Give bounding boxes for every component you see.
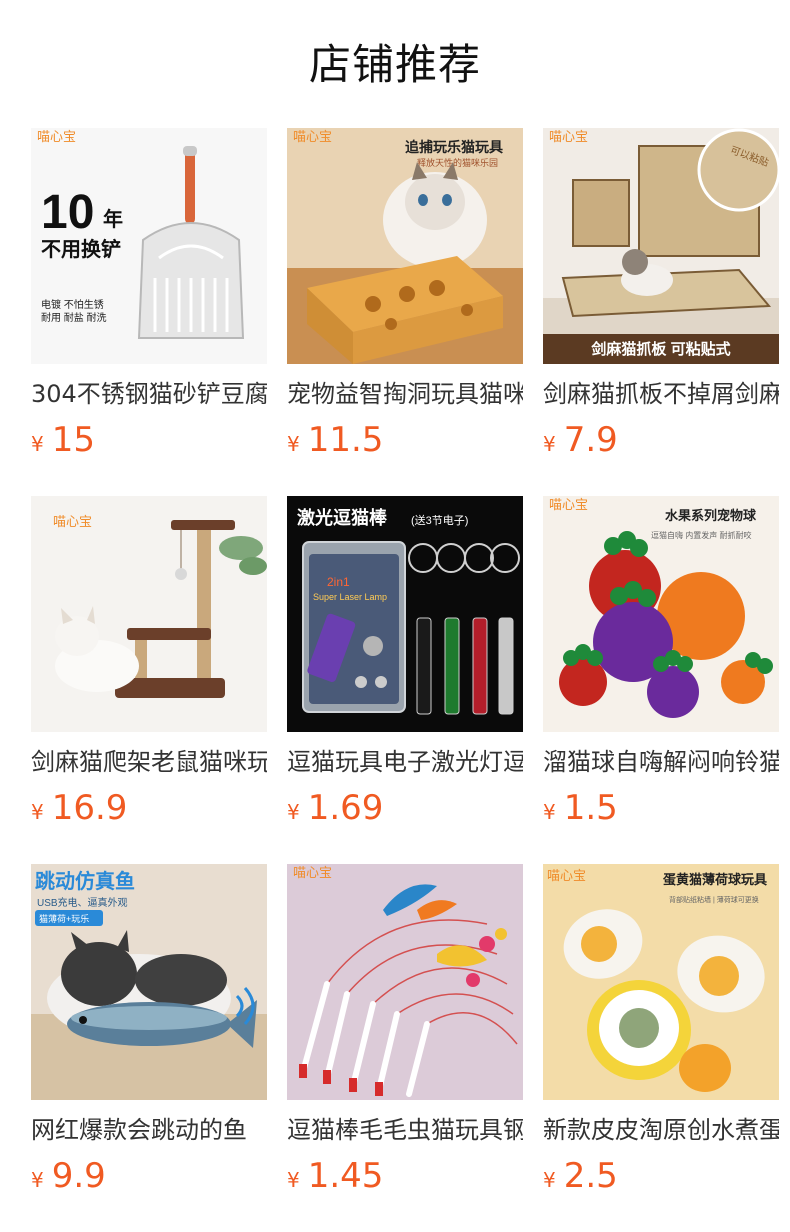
price-amount: 11.5: [307, 420, 384, 460]
svg-text:蛋黄猫薄荷球玩具: 蛋黄猫薄荷球玩具: [663, 872, 767, 887]
svg-text:剑麻猫抓板 可粘贴式: 剑麻猫抓板 可粘贴式: [590, 340, 730, 358]
flopping-fish-image: 跳动仿真鱼 USB充电、逼真外观 猫薄荷+玩乐: [31, 864, 267, 1100]
currency-symbol: ¥: [543, 1168, 556, 1192]
product-price: ¥16.9: [31, 788, 267, 828]
currency-symbol: ¥: [543, 432, 556, 456]
product-name[interactable]: 新款皮皮淘原创水煮蛋: [543, 1113, 779, 1147]
product-price: ¥15: [31, 420, 267, 460]
product-card[interactable]: 喵心宝 剑麻猫爬架老鼠猫咪玩 ¥16.9: [31, 496, 267, 864]
svg-text:不用换铲: 不用换铲: [41, 237, 121, 261]
cat-tree-image: 喵心宝: [31, 496, 267, 732]
price-amount: 15: [51, 420, 95, 460]
product-name[interactable]: 剑麻猫爬架老鼠猫咪玩: [31, 745, 267, 779]
product-card[interactable]: 激光逗猫棒 (送3节电子) 2in1 Super Laser Lamp 逗猫玩具…: [287, 496, 523, 864]
product-image[interactable]: 喵心宝 水果系列宠物球 逗猫自嗨 内置发声 耐抓耐咬: [543, 496, 779, 732]
svg-text:喵心宝: 喵心宝: [547, 868, 586, 883]
svg-text:激光逗猫棒: 激光逗猫棒: [297, 507, 388, 528]
price-amount: 16.9: [51, 788, 128, 828]
product-name[interactable]: 溜猫球自嗨解闷响铃猫: [543, 745, 779, 779]
laser-pointer-image: 激光逗猫棒 (送3节电子) 2in1 Super Laser Lamp: [287, 496, 523, 732]
product-image[interactable]: 喵心宝 蛋黄猫薄荷球玩具 背部贴纸粘墙 | 薄荷球可更换: [543, 864, 779, 1100]
product-image[interactable]: 喵心宝: [31, 496, 267, 732]
price-amount: 9.9: [51, 1156, 106, 1196]
product-card[interactable]: 喵心宝 追捕玩乐猫玩具 释放天性的猫咪乐园 宠物益智掏洞玩具猫咪 ¥ 11.5: [287, 128, 523, 496]
currency-symbol: ¥: [31, 1168, 44, 1192]
teaser-wand-image: 喵心宝: [287, 864, 523, 1100]
product-price: ¥1.5: [543, 788, 779, 828]
svg-text:USB充电、逼真外观: USB充电、逼真外观: [37, 896, 128, 909]
svg-text:年: 年: [103, 207, 123, 231]
product-card[interactable]: 喵心宝 逗猫棒毛毛虫猫玩具钢 ¥ 1.45: [287, 864, 523, 1232]
product-image[interactable]: 激光逗猫棒 (送3节电子) 2in1 Super Laser Lamp: [287, 496, 523, 732]
brand-logo: 喵心宝: [37, 129, 76, 144]
product-price: ¥7.9: [543, 420, 779, 460]
svg-text:2in1: 2in1: [327, 575, 350, 589]
product-image[interactable]: 喵心宝: [287, 864, 523, 1100]
product-price: ¥1.45: [287, 1156, 523, 1196]
svg-text:猫薄荷+玩乐: 猫薄荷+玩乐: [39, 913, 89, 924]
currency-symbol: ¥: [31, 432, 44, 456]
product-name[interactable]: 304不锈钢猫砂铲豆腐: [31, 377, 267, 411]
litter-scoop-image: 喵心宝 10 年 不用换铲 电镀 不怕生锈 耐用 耐盐 耐洗: [31, 128, 267, 364]
svg-text:电镀 不怕生锈: 电镀 不怕生锈: [41, 298, 104, 311]
svg-text:喵心宝: 喵心宝: [293, 129, 332, 144]
product-card[interactable]: 跳动仿真鱼 USB充电、逼真外观 猫薄荷+玩乐 网红爆款会跳动的鱼 ¥ 9.9: [31, 864, 267, 1232]
product-image[interactable]: 跳动仿真鱼 USB充电、逼真外观 猫薄荷+玩乐: [31, 864, 267, 1100]
svg-text:跳动仿真鱼: 跳动仿真鱼: [35, 869, 135, 893]
product-image[interactable]: 喵心宝 可以粘贴 剑麻猫抓板 可粘贴式: [543, 128, 779, 364]
product-name[interactable]: 剑麻猫抓板不掉屑剑麻: [543, 377, 779, 411]
currency-symbol: ¥: [543, 800, 556, 824]
svg-text:逗猫自嗨 内置发声 耐抓耐咬: 逗猫自嗨 内置发声 耐抓耐咬: [651, 530, 751, 540]
product-card[interactable]: 喵心宝 水果系列宠物球 逗猫自嗨 内置发声 耐抓耐咬 溜猫球自嗨解闷响铃猫 ¥ …: [543, 496, 779, 864]
product-price: ¥9.9: [31, 1156, 267, 1196]
svg-text:喵心宝: 喵心宝: [53, 514, 92, 529]
price-amount: 1.45: [307, 1156, 384, 1196]
product-card[interactable]: 喵心宝 可以粘贴 剑麻猫抓板 可粘贴式 剑麻猫抓板不掉屑剑麻 ¥7.9: [543, 128, 779, 496]
product-name[interactable]: 网红爆款会跳动的鱼: [31, 1113, 267, 1147]
svg-text:耐用 耐盐 耐洗: 耐用 耐盐 耐洗: [41, 311, 107, 324]
scratch-board-image: 喵心宝 可以粘贴 剑麻猫抓板 可粘贴式: [543, 128, 779, 364]
section-title: 店铺推荐: [308, 40, 481, 89]
svg-text:喵心宝: 喵心宝: [293, 865, 332, 880]
svg-text:Super Laser Lamp: Super Laser Lamp: [313, 592, 387, 602]
fruit-ball-image: 喵心宝 水果系列宠物球 逗猫自嗨 内置发声 耐抓耐咬: [543, 496, 779, 732]
product-image[interactable]: 喵心宝 10 年 不用换铲 电镀 不怕生锈 耐用 耐盐 耐洗: [31, 128, 267, 364]
puzzle-box-image: 喵心宝 追捕玩乐猫玩具 释放天性的猫咪乐园: [287, 128, 523, 364]
price-amount: 2.5: [563, 1156, 618, 1196]
product-image[interactable]: 喵心宝 追捕玩乐猫玩具 释放天性的猫咪乐园: [287, 128, 523, 364]
svg-text:追捕玩乐猫玩具: 追捕玩乐猫玩具: [405, 139, 503, 155]
price-amount: 1.69: [307, 788, 384, 828]
egg-catnip-ball-image: 喵心宝 蛋黄猫薄荷球玩具 背部贴纸粘墙 | 薄荷球可更换: [543, 864, 779, 1100]
product-name[interactable]: 逗猫棒毛毛虫猫玩具钢: [287, 1113, 523, 1147]
product-card[interactable]: 喵心宝 10 年 不用换铲 电镀 不怕生锈 耐用 耐盐 耐洗 304不锈钢猫砂铲…: [31, 128, 267, 496]
product-price: ¥11.5: [287, 420, 523, 460]
product-card[interactable]: 喵心宝 蛋黄猫薄荷球玩具 背部贴纸粘墙 | 薄荷球可更换 新款皮皮淘原创水煮蛋 …: [543, 864, 779, 1232]
svg-text:(送3节电子): (送3节电子): [411, 513, 468, 527]
currency-symbol: ¥: [287, 432, 300, 456]
product-price: ¥1.69: [287, 788, 523, 828]
product-price: ¥2.5: [543, 1156, 779, 1196]
svg-text:释放天性的猫咪乐园: 释放天性的猫咪乐园: [417, 157, 498, 168]
currency-symbol: ¥: [31, 800, 44, 824]
price-amount: 7.9: [563, 420, 618, 460]
currency-symbol: ¥: [287, 1168, 300, 1192]
currency-symbol: ¥: [287, 800, 300, 824]
svg-text:背部贴纸粘墙 | 薄荷球可更换: 背部贴纸粘墙 | 薄荷球可更换: [669, 895, 759, 904]
product-name[interactable]: 宠物益智掏洞玩具猫咪: [287, 377, 523, 411]
svg-text:水果系列宠物球: 水果系列宠物球: [665, 508, 757, 523]
svg-text:喵心宝: 喵心宝: [549, 129, 588, 144]
svg-text:喵心宝: 喵心宝: [549, 497, 588, 512]
shop-recommendation-page: 店铺推荐 喵心宝 10 年 不用换铲 电镀 不怕生锈 耐用 耐盐 耐洗 304不…: [0, 0, 790, 1232]
price-amount: 1.5: [563, 788, 618, 828]
svg-text:10: 10: [41, 186, 94, 239]
product-name[interactable]: 逗猫玩具电子激光灯逗: [287, 745, 523, 779]
product-grid: 喵心宝 10 年 不用换铲 电镀 不怕生锈 耐用 耐盐 耐洗 304不锈钢猫砂铲…: [31, 128, 779, 1232]
